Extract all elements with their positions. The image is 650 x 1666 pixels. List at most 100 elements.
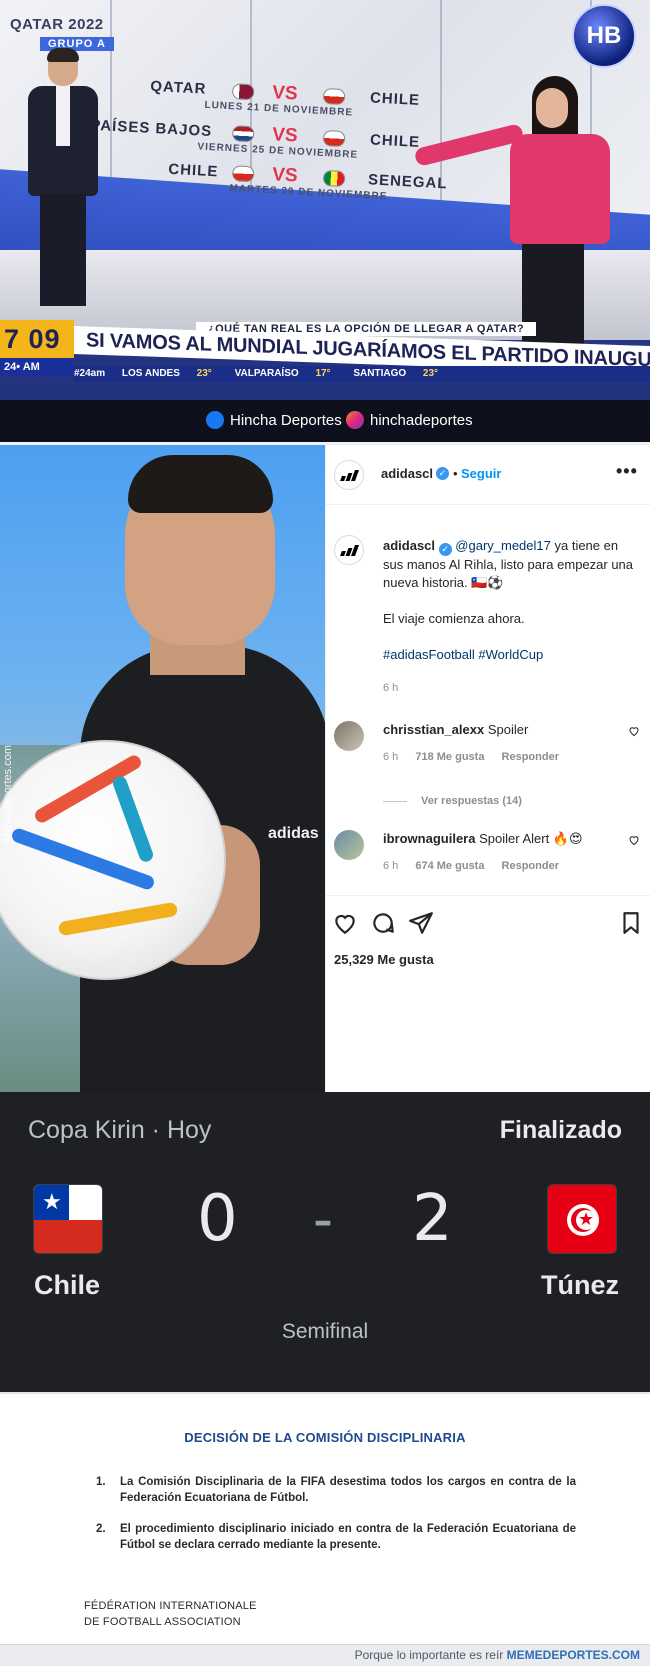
social-credits-bar: Hincha Deportes hinchadeportes [0, 400, 650, 442]
city-temp: 17° [315, 368, 331, 379]
reply-button[interactable]: Responder [502, 860, 559, 872]
org-name-line1: FÉDÉRATION INTERNATIONALE [84, 1600, 257, 1612]
comment-body: chrisstian_alexx Spoiler [383, 721, 613, 738]
post-photo[interactable]: adidas Memedeportes.com [0, 445, 325, 1095]
like-heart-icon[interactable] [332, 910, 358, 936]
away-team-name[interactable]: Túnez [541, 1270, 619, 1301]
match-result-card: Copa Kirin · Hoy Finalizado ★ Chile 0 - … [0, 1092, 650, 1392]
chile-flag-icon [322, 129, 346, 148]
away-score: 2 [412, 1182, 453, 1256]
share-icon[interactable] [408, 910, 434, 936]
fixture-away: CHILE [369, 89, 421, 109]
photo-brand-text: adidas [268, 825, 319, 842]
caption-hashtags[interactable]: #adidasFootball #WorldCup [383, 646, 633, 664]
tunisia-flag-icon[interactable]: ★ [547, 1184, 617, 1254]
chile-flag-icon [231, 165, 255, 183]
fixture-home: QATAR [149, 77, 207, 98]
footer-credit: Porque lo importante es reír MEMEDEPORTE… [355, 1648, 640, 1662]
comment-time: 6 h [383, 860, 399, 872]
comment-body: ibrownaguilera Spoiler Alert 🔥😍 [383, 830, 613, 847]
verified-badge-icon: ✓ [436, 467, 449, 480]
adidas-logo-icon[interactable] [334, 535, 364, 565]
separator-dot: • [453, 466, 458, 481]
item-number: 2. [96, 1523, 106, 1535]
channel-logo-icon: HB [572, 4, 636, 68]
qatar-flag-icon [231, 83, 255, 101]
post-header: adidascl ✓ • Seguir ••• [326, 445, 650, 505]
meme-page: QATAR 2022 GRUPO A QATAR VS CHILE LUNES … [0, 0, 650, 1666]
fixture-vs: VS [271, 124, 299, 147]
netherlands-flag-icon [231, 125, 255, 143]
comment-meta: 6 h 718 Me gusta Responder [383, 751, 573, 763]
home-score: 0 [197, 1182, 238, 1256]
heart-icon[interactable] [628, 834, 640, 846]
avatar[interactable] [334, 830, 364, 860]
comment-likes[interactable]: 674 Me gusta [415, 860, 484, 872]
home-team-name[interactable]: Chile [34, 1270, 100, 1301]
fixture-away: CHILE [369, 131, 421, 151]
instagram-icon [346, 411, 364, 429]
facebook-icon [206, 411, 224, 429]
document-title: DECISIÓN DE LA COMISIÓN DISCIPLINARIA [184, 1430, 466, 1445]
adidas-logo-icon[interactable] [334, 460, 364, 490]
footer-site-link[interactable]: MEMEDEPORTES.COM [507, 1648, 640, 1662]
avatar[interactable] [334, 721, 364, 751]
footer-tagline: Porque lo importante es reír [354, 1648, 504, 1662]
fixture-date: MARTES 29 DE NOVIEMBRE [229, 183, 388, 203]
caption-line2: El viaje comienza ahora. [383, 611, 525, 626]
org-name-line2: DE FOOTBALL ASSOCIATION [84, 1616, 241, 1628]
male-presenter [14, 48, 124, 306]
fixture-vs: VS [271, 82, 299, 105]
tv-broadcast-panel: QATAR 2022 GRUPO A QATAR VS CHILE LUNES … [0, 0, 650, 442]
match-status: Finalizado [499, 1116, 622, 1144]
city-name: SANTIAGO [353, 368, 407, 379]
more-options-icon[interactable]: ••• [616, 461, 638, 482]
score-separator: - [313, 1185, 333, 1252]
likes-count[interactable]: 25,329 Me gusta [334, 952, 434, 967]
comment-username[interactable]: ibrownaguilera [383, 831, 475, 846]
reply-button[interactable]: Responder [502, 751, 559, 763]
verified-badge-icon: ✓ [438, 543, 452, 556]
comment-time: 6 h [383, 751, 399, 763]
news-ticker: 7 09 24• AM ¿QUÉ TAN REAL ES LA OPCIÓN D… [0, 318, 650, 384]
fixture-away: SENEGAL [367, 171, 448, 193]
item-text: El procedimiento disciplinario iniciado … [120, 1523, 576, 1551]
fixture-vs: VS [271, 164, 299, 187]
fixture-home: CHILE [167, 160, 219, 181]
instagram-credit: hinchadeportes [370, 412, 473, 429]
tournament-title: QATAR 2022 [10, 16, 104, 33]
city-name: LOS ANDES [121, 368, 180, 379]
ticker-clock: 7 09 [0, 320, 74, 358]
comment-meta: 6 h 674 Me gusta Responder [383, 860, 573, 872]
instagram-post-panel: adidas Memedeportes.com adidascl ✓ • Seg… [0, 442, 650, 1095]
comment-text: Spoiler Alert 🔥😍 [479, 831, 583, 846]
account-username[interactable]: adidascl [381, 466, 433, 481]
follow-button[interactable]: Seguir [461, 466, 501, 481]
ticker-hashtag: #24am [74, 368, 106, 379]
competition-label[interactable]: Copa Kirin · Hoy [28, 1116, 211, 1145]
comment-text: Spoiler [487, 722, 529, 737]
item-number: 1. [96, 1476, 106, 1488]
fifa-decision-document: DECISIÓN DE LA COMISIÓN DISCIPLINARIA 1.… [0, 1392, 650, 1644]
item-text: La Comisión Disciplinaria de la FIFA des… [120, 1476, 576, 1504]
post-caption: adidascl ✓ @gary_medel17 ya tiene en sus… [383, 537, 633, 664]
post-sidebar: adidascl ✓ • Seguir ••• adidascl ✓ @gary… [325, 445, 650, 1095]
heart-icon[interactable] [628, 725, 640, 737]
ticker-weather: #24am LOS ANDES 23° VALPARAÍSO 17° SANTI… [74, 366, 650, 382]
post-time: 6 h [383, 682, 399, 694]
caption-username[interactable]: adidascl [383, 538, 435, 553]
chile-flag-icon[interactable]: ★ [33, 1184, 103, 1254]
female-presenter [413, 76, 630, 362]
caption-mention[interactable]: @gary_medel17 [455, 538, 551, 553]
comment-username[interactable]: chrisstian_alexx [383, 722, 484, 737]
city-temp: 23° [196, 368, 212, 379]
chile-flag-icon [322, 87, 346, 106]
facebook-credit: Hincha Deportes [230, 412, 342, 429]
bookmark-icon[interactable] [618, 910, 644, 936]
match-stage: Semifinal [281, 1320, 369, 1343]
ticker-clock-suffix: 24• AM [0, 358, 74, 376]
comment-icon[interactable] [370, 910, 396, 936]
comment-likes[interactable]: 718 Me gusta [415, 751, 484, 763]
photo-watermark: Memedeportes.com [2, 745, 14, 843]
view-replies-button[interactable]: Ver respuestas (14) [383, 795, 522, 807]
